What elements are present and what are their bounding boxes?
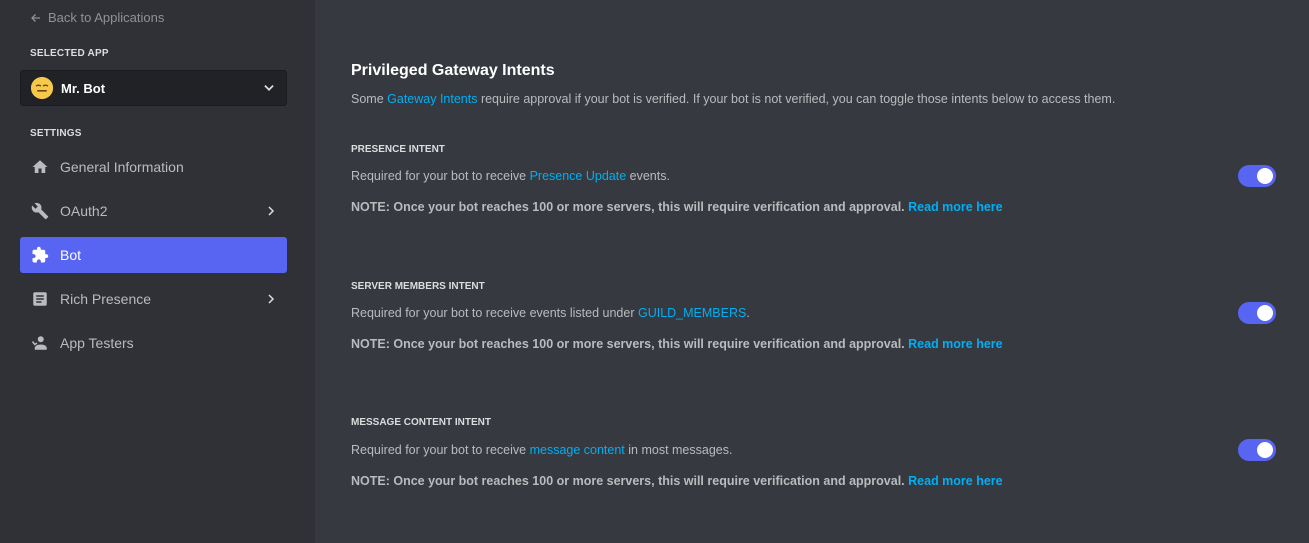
toggle-knob: [1257, 168, 1273, 184]
description-text: Some: [351, 92, 388, 106]
read-more-link[interactable]: Read more here: [908, 337, 1002, 351]
bot-avatar: [31, 77, 53, 99]
description-text: require approval if your bot is verified…: [477, 92, 1116, 106]
app-window: Back to Applications SELECTED APP Mr. Bo…: [0, 0, 1309, 543]
note-text: NOTE: Once your bot reaches 100 or more …: [351, 474, 905, 488]
guild-members-link[interactable]: GUILD_MEMBERS: [638, 306, 746, 320]
sidebar-item-label: OAuth2: [60, 203, 108, 219]
sidebar-item-bot[interactable]: Bot: [20, 237, 287, 273]
presence-intent-toggle[interactable]: [1238, 165, 1276, 187]
message-content-link[interactable]: message content: [530, 443, 625, 457]
person-icon: [30, 333, 50, 353]
description-text: Required for your bot to receive: [351, 169, 530, 183]
back-to-applications-link[interactable]: Back to Applications: [30, 10, 164, 25]
home-icon: [30, 157, 50, 177]
message-content-intent-note: NOTE: Once your bot reaches 100 or more …: [351, 474, 1003, 488]
sidebar-item-oauth2[interactable]: OAuth2: [20, 193, 287, 229]
chevron-down-icon: [262, 81, 276, 95]
server-members-intent-description: Required for your bot to receive events …: [351, 306, 750, 320]
description-text: events.: [626, 169, 670, 183]
description-text: .: [746, 306, 750, 320]
presence-intent-description: Required for your bot to receive Presenc…: [351, 169, 670, 183]
sidebar-item-app-testers[interactable]: App Testers: [20, 325, 287, 361]
sidebar-item-label: Bot: [60, 247, 82, 263]
message-content-intent-description: Required for your bot to receive message…: [351, 443, 732, 457]
sidebar-item-rich-presence[interactable]: Rich Presence: [20, 281, 287, 317]
selected-app-heading: SELECTED APP: [30, 48, 109, 59]
message-content-intent-title: MESSAGE CONTENT INTENT: [351, 417, 492, 428]
back-link-label: Back to Applications: [48, 10, 165, 25]
section-title: Privileged Gateway Intents: [351, 62, 555, 79]
presence-intent-title: PRESENCE INTENT: [351, 144, 445, 155]
presence-update-link[interactable]: Presence Update: [530, 169, 627, 183]
chevron-right-icon: [265, 293, 277, 305]
toggle-knob: [1257, 442, 1273, 458]
chevron-right-icon: [265, 205, 277, 217]
app-selector-dropdown[interactable]: Mr. Bot: [20, 70, 287, 106]
sidebar: Back to Applications SELECTED APP Mr. Bo…: [0, 0, 315, 543]
read-more-link[interactable]: Read more here: [908, 200, 1002, 214]
sidebar-item-label: Rich Presence: [60, 291, 152, 307]
server-members-intent-title: SERVER MEMBERS INTENT: [351, 281, 485, 292]
read-more-link[interactable]: Read more here: [908, 474, 1002, 488]
description-text: Required for your bot to receive: [351, 443, 530, 457]
app-name: Mr. Bot: [61, 80, 106, 96]
puzzle-icon: [30, 245, 50, 265]
settings-heading: SETTINGS: [30, 128, 82, 139]
message-content-intent-toggle[interactable]: [1238, 439, 1276, 461]
arrow-left-icon: [31, 13, 40, 22]
wrench-icon: [30, 201, 50, 221]
section-description: Some Gateway Intents require approval if…: [351, 92, 1115, 106]
presence-intent-note: NOTE: Once your bot reaches 100 or more …: [351, 200, 1003, 214]
description-text: in most messages.: [624, 443, 733, 457]
description-text: Required for your bot to receive events …: [351, 306, 638, 320]
sidebar-item-general-information[interactable]: General Information: [20, 149, 287, 185]
sidebar-item-label: General Information: [60, 159, 184, 175]
document-icon: [30, 289, 50, 309]
toggle-knob: [1257, 305, 1273, 321]
main-content: Privileged Gateway Intents Some Gateway …: [315, 0, 1309, 543]
gateway-intents-link[interactable]: Gateway Intents: [387, 92, 477, 106]
server-members-intent-toggle[interactable]: [1238, 302, 1276, 324]
expressionless-face-icon: [31, 77, 53, 99]
note-text: NOTE: Once your bot reaches 100 or more …: [351, 337, 905, 351]
note-text: NOTE: Once your bot reaches 100 or more …: [351, 200, 905, 214]
sidebar-item-label: App Testers: [60, 335, 134, 351]
server-members-intent-note: NOTE: Once your bot reaches 100 or more …: [351, 337, 1003, 351]
